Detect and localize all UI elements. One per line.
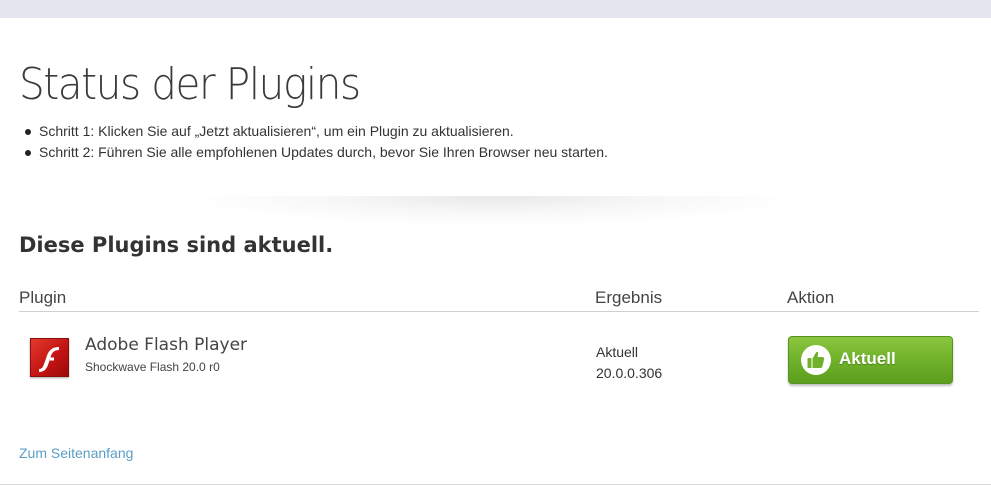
flash-player-icon — [30, 338, 69, 377]
instruction-list: Schritt 1: Klicken Sie auf „Jetzt aktual… — [25, 121, 608, 163]
table-row: Adobe Flash Player Shockwave Flash 20.0 … — [19, 313, 979, 403]
table-header: Plugin Ergebnis Aktion — [19, 286, 979, 312]
column-header-result: Ergebnis — [595, 288, 663, 307]
result-version: 20.0.0.306 — [596, 365, 663, 381]
section-divider-shadow — [80, 196, 910, 236]
column-header-action: Aktion — [787, 288, 835, 307]
back-to-top-link[interactable]: Zum Seitenanfang — [19, 445, 133, 461]
bottom-divider — [0, 484, 991, 485]
result-status: Aktuell — [596, 344, 639, 360]
section-heading: Diese Plugins sind aktuell. — [19, 233, 334, 257]
plugin-name: Adobe Flash Player — [85, 335, 248, 355]
top-strip — [0, 0, 991, 18]
action-button-label: Aktuell — [839, 349, 896, 368]
column-header-plugin: Plugin — [19, 288, 67, 307]
page-title: Status der Plugins — [19, 59, 361, 110]
instruction-step-2: Schritt 2: Führen Sie alle empfohlenen U… — [25, 142, 608, 163]
instruction-step-1: Schritt 1: Klicken Sie auf „Jetzt aktual… — [25, 121, 608, 142]
up-to-date-button[interactable]: Aktuell — [788, 336, 953, 384]
plugin-version: Shockwave Flash 20.0 r0 — [85, 360, 220, 374]
thumbs-up-icon — [801, 345, 831, 375]
